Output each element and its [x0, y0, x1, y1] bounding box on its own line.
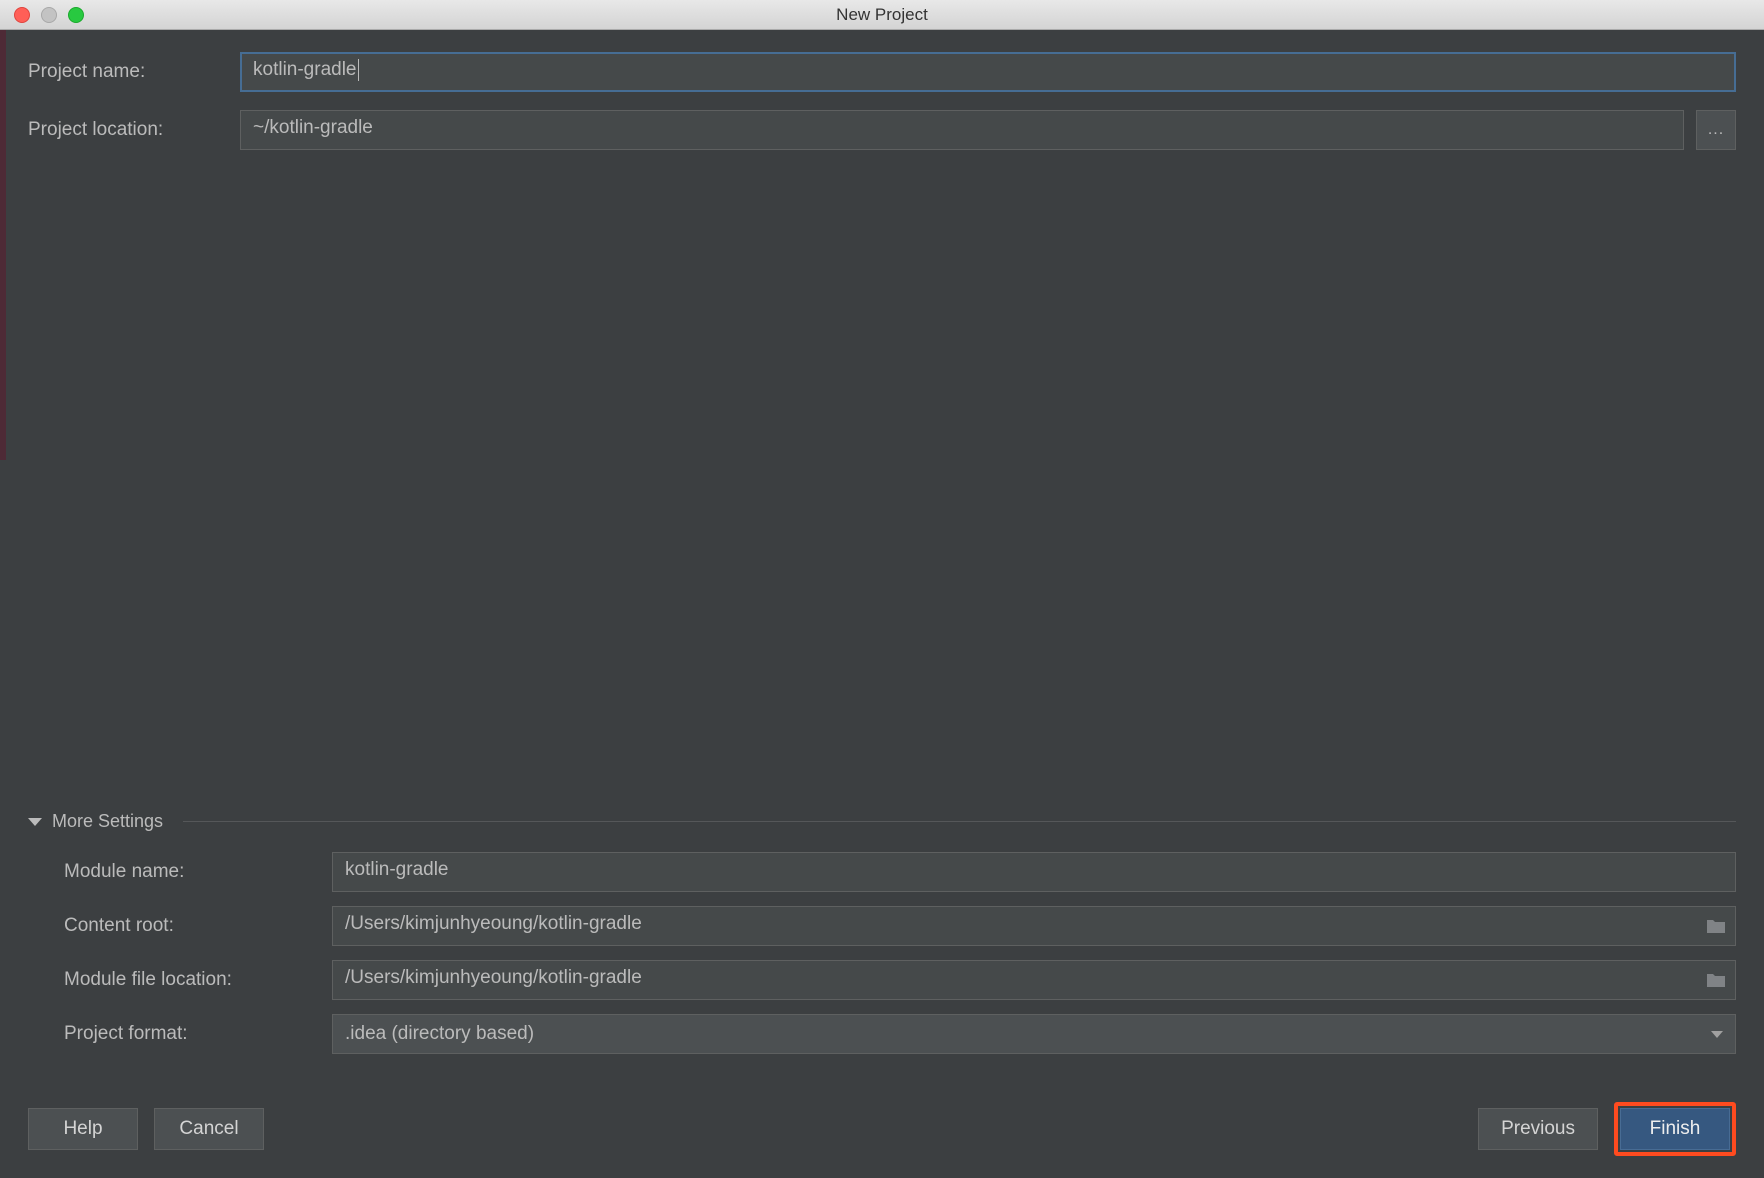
project-format-value: .idea (directory based): [345, 1023, 534, 1045]
project-format-select[interactable]: .idea (directory based): [332, 1014, 1736, 1054]
project-location-input[interactable]: ~/kotlin-gradle: [240, 110, 1684, 150]
finish-button[interactable]: Finish: [1620, 1108, 1730, 1150]
module-file-location-input[interactable]: /Users/kimjunhyeoung/kotlin-gradle: [332, 960, 1736, 1000]
finish-highlight: Finish: [1614, 1102, 1736, 1156]
project-basic-form: Project name: kotlin-gradle Project loca…: [28, 52, 1736, 150]
project-name-label: Project name:: [28, 61, 228, 83]
project-location-value: ~/kotlin-gradle: [253, 117, 373, 138]
content-root-label: Content root:: [64, 915, 320, 937]
module-file-location-label: Module file location:: [64, 969, 320, 991]
project-name-input[interactable]: kotlin-gradle: [240, 52, 1736, 92]
module-name-value: kotlin-gradle: [345, 859, 449, 880]
module-name-input[interactable]: kotlin-gradle: [332, 852, 1736, 892]
cancel-button[interactable]: Cancel: [154, 1108, 264, 1150]
text-caret: [358, 59, 359, 81]
browse-location-button[interactable]: ...: [1696, 110, 1736, 150]
section-divider: [183, 821, 1736, 822]
chevron-down-icon: [1711, 1031, 1723, 1038]
titlebar: New Project: [0, 0, 1764, 30]
module-file-location-value: /Users/kimjunhyeoung/kotlin-gradle: [345, 967, 642, 988]
maximize-window-button[interactable]: [68, 7, 84, 23]
window-controls: [0, 7, 84, 23]
project-name-value: kotlin-gradle: [253, 59, 357, 80]
help-button[interactable]: Help: [28, 1108, 138, 1150]
window-title: New Project: [836, 5, 928, 25]
left-accent-strip: [0, 30, 6, 460]
close-window-button[interactable]: [14, 7, 30, 23]
folder-icon[interactable]: [1706, 972, 1726, 988]
dialog-content: Project name: kotlin-gradle Project loca…: [0, 30, 1764, 1178]
content-root-input[interactable]: /Users/kimjunhyeoung/kotlin-gradle: [332, 906, 1736, 946]
folder-icon[interactable]: [1706, 918, 1726, 934]
module-name-label: Module name:: [64, 861, 320, 883]
project-location-label: Project location:: [28, 119, 228, 141]
more-settings-body: Module name: kotlin-gradle Content root:…: [28, 852, 1736, 1054]
previous-button[interactable]: Previous: [1478, 1108, 1598, 1150]
more-settings-label: More Settings: [52, 811, 163, 832]
minimize-window-button[interactable]: [41, 7, 57, 23]
more-settings-header[interactable]: More Settings: [28, 811, 1736, 832]
chevron-down-icon: [28, 818, 42, 826]
button-bar: Help Cancel Previous Finish: [28, 1102, 1736, 1156]
project-format-label: Project format:: [64, 1023, 320, 1045]
content-root-value: /Users/kimjunhyeoung/kotlin-gradle: [345, 913, 642, 934]
